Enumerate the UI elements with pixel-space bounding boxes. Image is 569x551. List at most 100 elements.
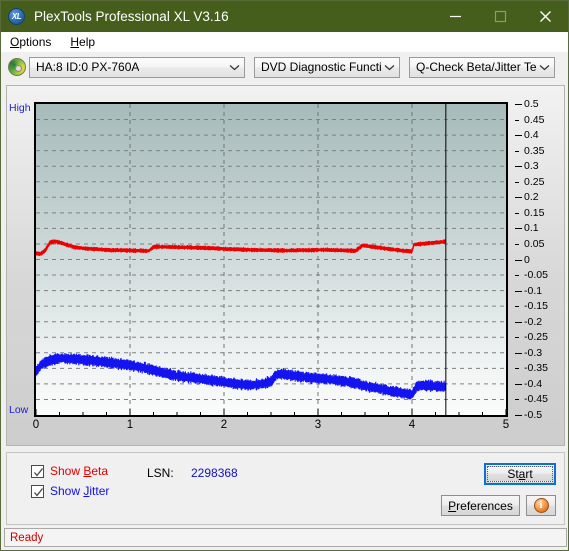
preferences-button[interactable]: Preferences — [441, 495, 520, 516]
y-tick-mark — [515, 150, 519, 152]
y-tick-label: 0.05 — [524, 237, 545, 250]
y-tick-mark — [515, 104, 522, 105]
show-beta-checkbox[interactable]: Show Beta — [31, 464, 108, 478]
test-select-value: Q-Check Beta/Jitter Test — [416, 60, 536, 74]
y-tick-mark — [515, 306, 519, 308]
drive-select[interactable]: HA:8 ID:0 PX-760A — [29, 56, 245, 78]
chevron-down-icon — [536, 58, 552, 77]
y-tick-mark — [515, 415, 522, 416]
menu-item-help[interactable]: Help — [68, 34, 104, 50]
y-tick-mark — [515, 321, 522, 323]
menu-label-options: ptions — [19, 34, 52, 49]
y-tick-label: 0.25 — [524, 175, 545, 188]
status-text: Ready — [10, 531, 44, 544]
y-tick-label: -0.25 — [524, 331, 548, 344]
preferences-button-label: Preferences — [448, 498, 513, 513]
menubar: Options Help — [1, 32, 568, 52]
plextools-window: XL PlexTools Professional XL V3.16 Optio… — [0, 0, 569, 551]
start-button-label: Start — [507, 467, 533, 481]
function-select[interactable]: DVD Diagnostic Functions — [254, 56, 400, 78]
toolbar: HA:8 ID:0 PX-760A DVD Diagnostic Functio… — [1, 52, 568, 80]
x-tick-label: 3 — [314, 419, 322, 431]
function-select-value: DVD Diagnostic Functions — [261, 60, 381, 74]
y-tick-label: 0.5 — [524, 98, 539, 110]
chevron-down-icon — [381, 58, 397, 77]
y-tick-mark — [515, 259, 522, 261]
y-tick-mark — [515, 243, 519, 245]
start-button[interactable]: Start — [484, 463, 556, 485]
y-tick-label: -0.4 — [524, 377, 543, 390]
y-tick-mark — [515, 368, 519, 370]
status-bar: Ready — [4, 528, 567, 547]
y-tick-mark — [515, 119, 519, 121]
x-tick-label: 2 — [220, 419, 228, 431]
window-title: PlexTools Professional XL V3.16 — [34, 9, 229, 24]
menu-item-options[interactable]: Options — [8, 34, 60, 50]
y-tick-label: 0.15 — [524, 206, 545, 219]
y-tick-mark — [515, 399, 519, 401]
titlebar: XL PlexTools Professional XL V3.16 — [1, 1, 568, 32]
window-controls — [433, 1, 568, 32]
start-button-inner: Start — [487, 466, 553, 482]
chart-svg — [36, 104, 506, 415]
y-tick-mark — [515, 352, 522, 354]
y-tick-mark — [515, 290, 522, 292]
y-tick-mark — [515, 181, 519, 183]
plextools-logo-icon: XL — [8, 8, 25, 25]
x-axis-ticks: 0 1 2 3 4 5 — [32, 419, 510, 435]
checkbox-box — [31, 484, 44, 498]
y-tick-label: 0.35 — [524, 144, 545, 157]
x-tick-label: 0 — [32, 419, 40, 431]
test-select[interactable]: Q-Check Beta/Jitter Test — [409, 56, 555, 78]
info-sphere-icon: i — [533, 498, 549, 513]
controls-panel: Show Beta Show Jitter LSN: 2298368 Start… — [6, 452, 565, 525]
show-jitter-label: Show Jitter — [50, 484, 110, 498]
y-tick-label: 0.45 — [524, 113, 545, 126]
y-tick-label: 0.2 — [524, 191, 539, 204]
y-tick-mark — [515, 228, 522, 230]
optical-disc-icon — [8, 58, 26, 76]
y-tick-label: 0.4 — [524, 129, 539, 142]
menu-accel-options: O — [10, 34, 20, 49]
minimize-icon[interactable] — [433, 1, 478, 32]
y-tick-mark — [515, 166, 522, 168]
y-tick-label: -0.5 — [524, 409, 543, 421]
y-tick-label: -0.2 — [524, 315, 543, 328]
lsn-value: 2298368 — [191, 466, 238, 480]
x-tick-label: 4 — [408, 419, 416, 431]
menu-label-help: elp — [79, 34, 96, 49]
y-tick-label: 0.3 — [524, 160, 539, 173]
y-tick-mark — [515, 212, 519, 214]
y-tick-mark — [515, 337, 519, 339]
checkbox-box — [31, 464, 44, 478]
axis-label-high: High — [9, 102, 31, 114]
y-tick-mark — [515, 135, 522, 137]
y-tick-label: 0.1 — [524, 222, 539, 235]
x-tick-label: 5 — [502, 419, 510, 431]
check-icon — [34, 467, 44, 477]
show-jitter-checkbox[interactable]: Show Jitter — [31, 484, 109, 498]
x-tick-label: 1 — [126, 419, 134, 431]
show-beta-label: Show Beta — [50, 464, 109, 478]
check-icon — [34, 487, 44, 497]
y-tick-label: -0.45 — [524, 393, 548, 406]
info-button[interactable]: i — [526, 495, 556, 516]
y-tick-mark — [515, 383, 522, 385]
plot-area — [34, 102, 508, 417]
close-icon[interactable] — [523, 1, 568, 32]
maximize-icon[interactable] — [478, 1, 523, 32]
chart-panel: High Low 0.5 0.45 0.4 0.35 0.3 0.25 0.2 0.15 0.1… — [6, 85, 565, 446]
y-axis-ticks: 0.5 0.45 0.4 0.35 0.3 0.25 0.2 0.15 0.1 0.05 0 -0.0… — [515, 97, 563, 422]
y-tick-mark — [515, 197, 522, 199]
y-tick-mark — [515, 275, 519, 277]
axis-label-low: Low — [9, 404, 29, 416]
chevron-down-icon — [226, 58, 242, 77]
y-tick-label: 0 — [524, 253, 530, 266]
menu-accel-help: H — [70, 34, 80, 49]
y-tick-label: -0.05 — [524, 269, 548, 282]
plot-canvas — [34, 102, 508, 417]
y-tick-label: -0.1 — [524, 284, 543, 297]
y-tick-label: -0.15 — [524, 300, 548, 313]
y-tick-label: -0.3 — [524, 346, 543, 359]
drive-select-value: HA:8 ID:0 PX-760A — [36, 60, 140, 74]
